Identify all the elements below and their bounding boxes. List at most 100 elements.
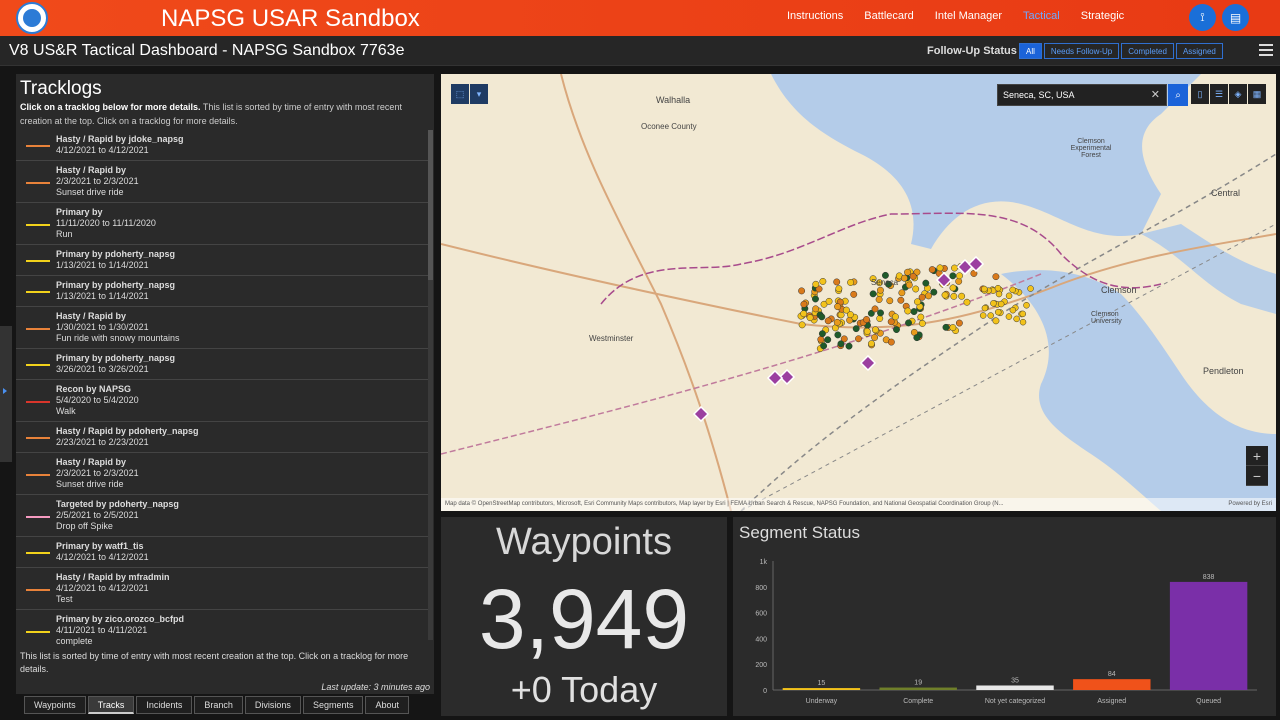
tracklog-item[interactable]: Hasty / Rapid by 1/30/2021 to 1/30/2021 Fu…	[16, 307, 428, 349]
waypoint-marker[interactable]	[893, 326, 900, 334]
legend-button[interactable]: ☰	[1210, 84, 1228, 104]
nav-strategic[interactable]: Strategic	[1081, 10, 1124, 22]
tracklog-item[interactable]: Primary by zico.orozco_bcfpd 4/11/2021 to…	[16, 610, 428, 650]
waypoint-marker[interactable]	[824, 336, 832, 344]
filter-all-button[interactable]: All	[1019, 43, 1042, 59]
tracklog-item[interactable]: Primary by 11/11/2020 to 11/11/2020 Run	[16, 203, 428, 245]
waypoint-marker[interactable]	[992, 317, 1000, 325]
tracklog-item[interactable]: Hasty / Rapid by jdoke_napsg 4/12/2021 to…	[16, 130, 428, 161]
tracklog-item[interactable]: Hasty / Rapid by pdoherty_napsg 2/23/2021…	[16, 422, 428, 453]
waypoint-marker[interactable]	[1013, 315, 1020, 323]
waypoint-marker[interactable]	[1005, 313, 1013, 320]
waypoint-marker[interactable]	[871, 326, 879, 334]
waypoint-marker[interactable]	[812, 305, 820, 313]
waypoint-marker[interactable]	[949, 272, 957, 280]
waypoint-marker[interactable]	[922, 279, 930, 287]
waypoint-marker[interactable]	[956, 272, 963, 280]
map-search-button[interactable]: ⌕	[1168, 84, 1188, 106]
waypoint-marker[interactable]	[837, 340, 845, 348]
tracklog-item[interactable]: Primary by pdoherty_napsg 1/13/2021 to 1/…	[16, 276, 428, 307]
waypoint-marker[interactable]	[871, 305, 879, 313]
bar-queued[interactable]	[1169, 581, 1248, 690]
tracklog-item[interactable]: Hasty / Rapid by mfradmin 4/12/2021 to 4/…	[16, 568, 428, 610]
filter-completed-button[interactable]: Completed	[1121, 43, 1174, 59]
waypoint-marker[interactable]	[918, 293, 926, 301]
waypoint-marker[interactable]	[904, 268, 911, 276]
waypoint-marker[interactable]	[887, 318, 895, 326]
waypoint-marker[interactable]	[995, 290, 1003, 298]
layers-button[interactable]: ◈	[1229, 84, 1247, 104]
waypoint-marker[interactable]	[887, 338, 895, 346]
menu-icon[interactable]	[1259, 44, 1273, 56]
tracklog-scrollbar[interactable]	[428, 130, 433, 640]
waypoint-marker[interactable]	[824, 317, 832, 325]
waypoint-marker[interactable]	[835, 285, 843, 293]
waypoint-marker[interactable]	[834, 331, 842, 339]
map-view[interactable]: Walhalla Oconee County Westminster Clems…	[441, 74, 1276, 511]
bookmarks-button[interactable]: ▯	[1191, 84, 1209, 104]
waypoint-marker[interactable]	[806, 314, 814, 322]
zoom-out-button[interactable]: −	[1246, 466, 1268, 486]
waypoint-marker[interactable]	[834, 303, 842, 311]
nav-intel-manager[interactable]: Intel Manager	[935, 10, 1002, 22]
waypoint-marker[interactable]	[850, 290, 858, 298]
waypoint-marker[interactable]	[905, 281, 913, 289]
basemap-button[interactable]: ▦	[1248, 84, 1266, 104]
incident-marker[interactable]	[859, 354, 877, 372]
waypoint-marker[interactable]	[812, 280, 820, 288]
waypoint-marker[interactable]	[886, 297, 894, 305]
waypoint-marker[interactable]	[798, 287, 806, 295]
clear-icon[interactable]: ✕	[1151, 88, 1160, 101]
bar-assigned[interactable]	[1073, 679, 1151, 690]
incident-marker[interactable]	[692, 405, 710, 423]
tracklog-item[interactable]: Hasty / Rapid by 2/3/2021 to 2/3/2021 Suns…	[16, 161, 428, 203]
waypoint-marker[interactable]	[1019, 310, 1027, 318]
waypoint-marker[interactable]	[925, 292, 932, 300]
waypoint-marker[interactable]	[912, 285, 920, 293]
share-button[interactable]: ⟟	[1189, 4, 1216, 31]
tracklog-item[interactable]: Primary by pdoherty_napsg 3/26/2021 to 3/…	[16, 349, 428, 380]
waypoint-marker[interactable]	[898, 289, 906, 297]
waypoint-marker[interactable]	[949, 324, 957, 332]
waypoint-marker[interactable]	[942, 323, 950, 331]
waypoint-marker[interactable]	[979, 312, 987, 319]
bar-underway[interactable]	[782, 688, 861, 690]
tracklog-item[interactable]: Recon by NAPSG 5/4/2020 to 5/4/2020 Walk	[16, 380, 428, 422]
waypoint-marker[interactable]	[1005, 292, 1013, 300]
waypoint-marker[interactable]	[863, 327, 871, 335]
incident-marker[interactable]	[766, 369, 784, 387]
waypoint-cluster[interactable]	[692, 255, 1034, 423]
tracklog-item[interactable]: Targeted by pdoherty_napsg 2/5/2021 to 2/…	[16, 495, 428, 537]
waypoint-marker[interactable]	[820, 342, 828, 350]
tab-segments[interactable]: Segments	[302, 696, 364, 714]
waypoint-marker[interactable]	[918, 319, 926, 327]
map-canvas[interactable]	[441, 74, 1276, 511]
waypoint-marker[interactable]	[917, 313, 925, 321]
tab-waypoints[interactable]: Waypoints	[24, 696, 86, 714]
waypoint-marker[interactable]	[817, 335, 825, 343]
waypoint-marker[interactable]	[990, 300, 997, 307]
tab-about[interactable]: About	[365, 696, 409, 714]
waypoint-marker[interactable]	[910, 308, 918, 316]
waypoint-marker[interactable]	[897, 296, 905, 304]
document-button[interactable]: ▤	[1222, 4, 1249, 31]
scrollbar-thumb[interactable]	[428, 130, 433, 280]
napsg-logo[interactable]	[16, 2, 48, 34]
waypoint-marker[interactable]	[950, 292, 958, 300]
waypoint-marker[interactable]	[863, 316, 870, 323]
tab-divisions[interactable]: Divisions	[244, 696, 301, 714]
waypoint-marker[interactable]	[951, 264, 958, 272]
waypoint-marker[interactable]	[941, 291, 949, 299]
tab-incidents[interactable]: Incidents	[136, 696, 193, 714]
waypoint-marker[interactable]	[842, 306, 850, 314]
waypoint-marker[interactable]	[818, 330, 826, 338]
waypoint-marker[interactable]	[812, 295, 819, 303]
waypoint-marker[interactable]	[819, 277, 827, 285]
bar-not-yet-categorized[interactable]	[976, 685, 1054, 690]
bar-complete[interactable]	[879, 687, 957, 690]
select-tool-dropdown[interactable]: ▾	[470, 84, 488, 104]
tracklog-item[interactable]: Primary by watf1_tis 4/12/2021 to 4/12/20…	[16, 537, 428, 568]
waypoint-marker[interactable]	[871, 334, 879, 341]
waypoint-marker[interactable]	[904, 307, 912, 315]
waypoint-marker[interactable]	[958, 292, 966, 300]
